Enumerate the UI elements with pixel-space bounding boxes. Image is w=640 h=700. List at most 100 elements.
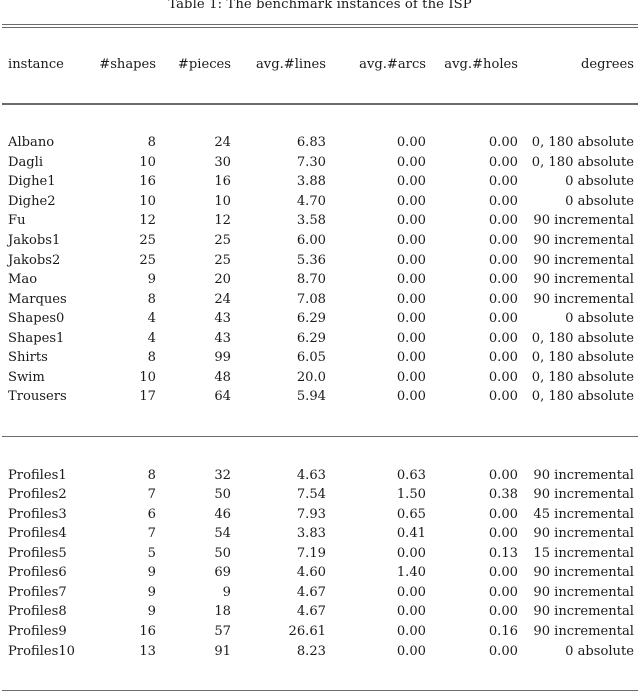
table-row: Profiles7 9 9 4.67 0.00 0.00 90 incremental: [2, 583, 638, 603]
cell-shapes: 10: [139, 154, 156, 170]
cell-lines: 7.30: [296, 154, 326, 170]
table-row: Shapes0 4 43 6.29 0.00 0.00 0 absolute: [2, 309, 638, 329]
cell-instance: Mao: [8, 272, 38, 288]
cell-holes: 0.16: [488, 623, 518, 639]
cell-shapes: 16: [139, 174, 156, 190]
cell-lines: 6.29: [296, 311, 326, 327]
cell-pieces: 48: [214, 369, 231, 385]
cell-shapes: 4: [147, 330, 156, 346]
cell-lines: 5.94: [296, 389, 326, 405]
cell-degrees: 90 incremental: [533, 233, 634, 249]
cell-instance: Dighe1: [8, 174, 56, 190]
cell-holes: 0.00: [488, 526, 518, 542]
cell-degrees: 0 absolute: [565, 193, 634, 209]
table-row: Profiles6 9 69 4.60 1.40 0.00 90 incremental: [2, 563, 638, 583]
cell-instance: Profiles2: [8, 487, 67, 503]
cell-lines: 8.70: [296, 272, 326, 288]
cell-shapes: 7: [147, 487, 156, 503]
cell-pieces: 46: [214, 506, 231, 522]
cell-pieces: 57: [214, 623, 231, 639]
cell-lines: 4.63: [296, 467, 326, 483]
cell-pieces: 69: [214, 565, 231, 581]
cell-instance: Profiles5: [8, 545, 67, 561]
cell-lines: 3.58: [296, 213, 326, 229]
cell-arcs: 0.00: [396, 604, 426, 620]
table-row: Profiles3 6 46 7.93 0.65 0.00 45 incremental: [2, 505, 638, 525]
cell-instance: Swim: [8, 369, 45, 385]
cell-arcs: 0.00: [396, 154, 426, 170]
cell-holes: 0.00: [488, 369, 518, 385]
cell-arcs: 0.00: [396, 272, 426, 288]
cell-shapes: 25: [139, 252, 156, 268]
cell-holes: 0.00: [488, 643, 518, 659]
table-row: Profiles9 16 57 26.61 0.00 0.16 90 incremental: [2, 622, 638, 642]
cell-lines: 6.29: [296, 330, 326, 346]
cell-lines: 7.08: [296, 291, 326, 307]
cell-lines: 26.61: [288, 623, 327, 639]
cell-degrees: 90 incremental: [533, 252, 634, 268]
cell-pieces: 91: [214, 643, 231, 659]
cell-lines: 3.83: [296, 526, 326, 542]
cell-shapes: 9: [147, 584, 156, 600]
cell-arcs: 1.40: [396, 565, 426, 581]
cell-pieces: 25: [214, 233, 231, 249]
spacer: [2, 114, 638, 134]
table-page: Table 1: The benchmark instances of the …: [0, 0, 640, 691]
cell-holes: 0.00: [488, 252, 518, 268]
cell-holes: 0.00: [488, 135, 518, 151]
cell-arcs: 0.00: [396, 330, 426, 346]
rule-group-separator: [2, 426, 638, 446]
spacer: [2, 407, 638, 427]
rule-top-double-first: [2, 16, 638, 36]
cell-instance: Shapes1: [8, 330, 65, 346]
table-row: Profiles10 13 91 8.23 0.00 0.00 0 absolute: [2, 642, 638, 662]
cell-holes: 0.00: [488, 506, 518, 522]
table-row: Marques 8 24 7.08 0.00 0.00 90 incremental: [2, 290, 638, 310]
spacer: [2, 446, 638, 466]
cell-lines: 7.19: [296, 545, 326, 561]
table-row: Profiles8 9 18 4.67 0.00 0.00 90 incremental: [2, 602, 638, 622]
cell-degrees: 90 incremental: [533, 584, 634, 600]
cell-shapes: 9: [147, 272, 156, 288]
rule-bottom: [2, 681, 638, 700]
cell-lines: 6.05: [296, 350, 326, 366]
cell-degrees: 0 absolute: [565, 643, 634, 659]
rule-line: [2, 426, 638, 446]
cell-arcs: 0.00: [396, 389, 426, 405]
cell-degrees: 90 incremental: [533, 272, 634, 288]
cell-arcs: 0.65: [396, 506, 426, 522]
cell-arcs: 0.00: [396, 252, 426, 268]
cell-shapes: 9: [147, 565, 156, 581]
cell-degrees: 90 incremental: [533, 467, 634, 483]
benchmark-instances-table: instance #shapes #pieces avg.#lines avg.…: [2, 16, 638, 700]
table-row: Mao 9 20 8.70 0.00 0.00 90 incremental: [2, 270, 638, 290]
table-row: Fu 12 12 3.58 0.00 0.00 90 incremental: [2, 211, 638, 231]
cell-holes: 0.00: [488, 350, 518, 366]
table-row: Shirts 8 99 6.05 0.00 0.00 0, 180 absolute: [2, 348, 638, 368]
table-row: Shapes1 4 43 6.29 0.00 0.00 0, 180 absolute: [2, 329, 638, 349]
cell-lines: 8.23: [296, 643, 326, 659]
cell-pieces: 24: [214, 291, 231, 307]
table-body: instance #shapes #pieces avg.#lines avg.…: [2, 16, 638, 700]
cell-holes: 0.00: [488, 233, 518, 249]
cell-holes: 0.00: [488, 389, 518, 405]
cell-arcs: 0.00: [396, 213, 426, 229]
cell-shapes: 17: [139, 389, 156, 405]
cell-degrees: 90 incremental: [533, 487, 634, 503]
cell-holes: 0.00: [488, 584, 518, 600]
cell-lines: 7.54: [296, 487, 326, 503]
cell-holes: 0.13: [488, 545, 518, 561]
cell-pieces: 24: [214, 135, 231, 151]
cell-pieces: 43: [214, 330, 231, 346]
cell-pieces: 16: [214, 174, 231, 190]
cell-lines: 6.00: [296, 233, 326, 249]
cell-degrees: 0, 180 absolute: [531, 330, 634, 346]
cell-degrees: 0, 180 absolute: [531, 350, 634, 366]
cell-holes: 0.00: [488, 154, 518, 170]
cell-shapes: 25: [139, 233, 156, 249]
table-row: Dagli 10 30 7.30 0.00 0.00 0, 180 absolute: [2, 153, 638, 173]
table-caption: Table 1: The benchmark instances of the …: [168, 0, 472, 12]
cell-instance: Dighe2: [8, 193, 56, 209]
cell-instance: Jakobs2: [8, 252, 61, 268]
cell-arcs: 0.00: [396, 135, 426, 151]
